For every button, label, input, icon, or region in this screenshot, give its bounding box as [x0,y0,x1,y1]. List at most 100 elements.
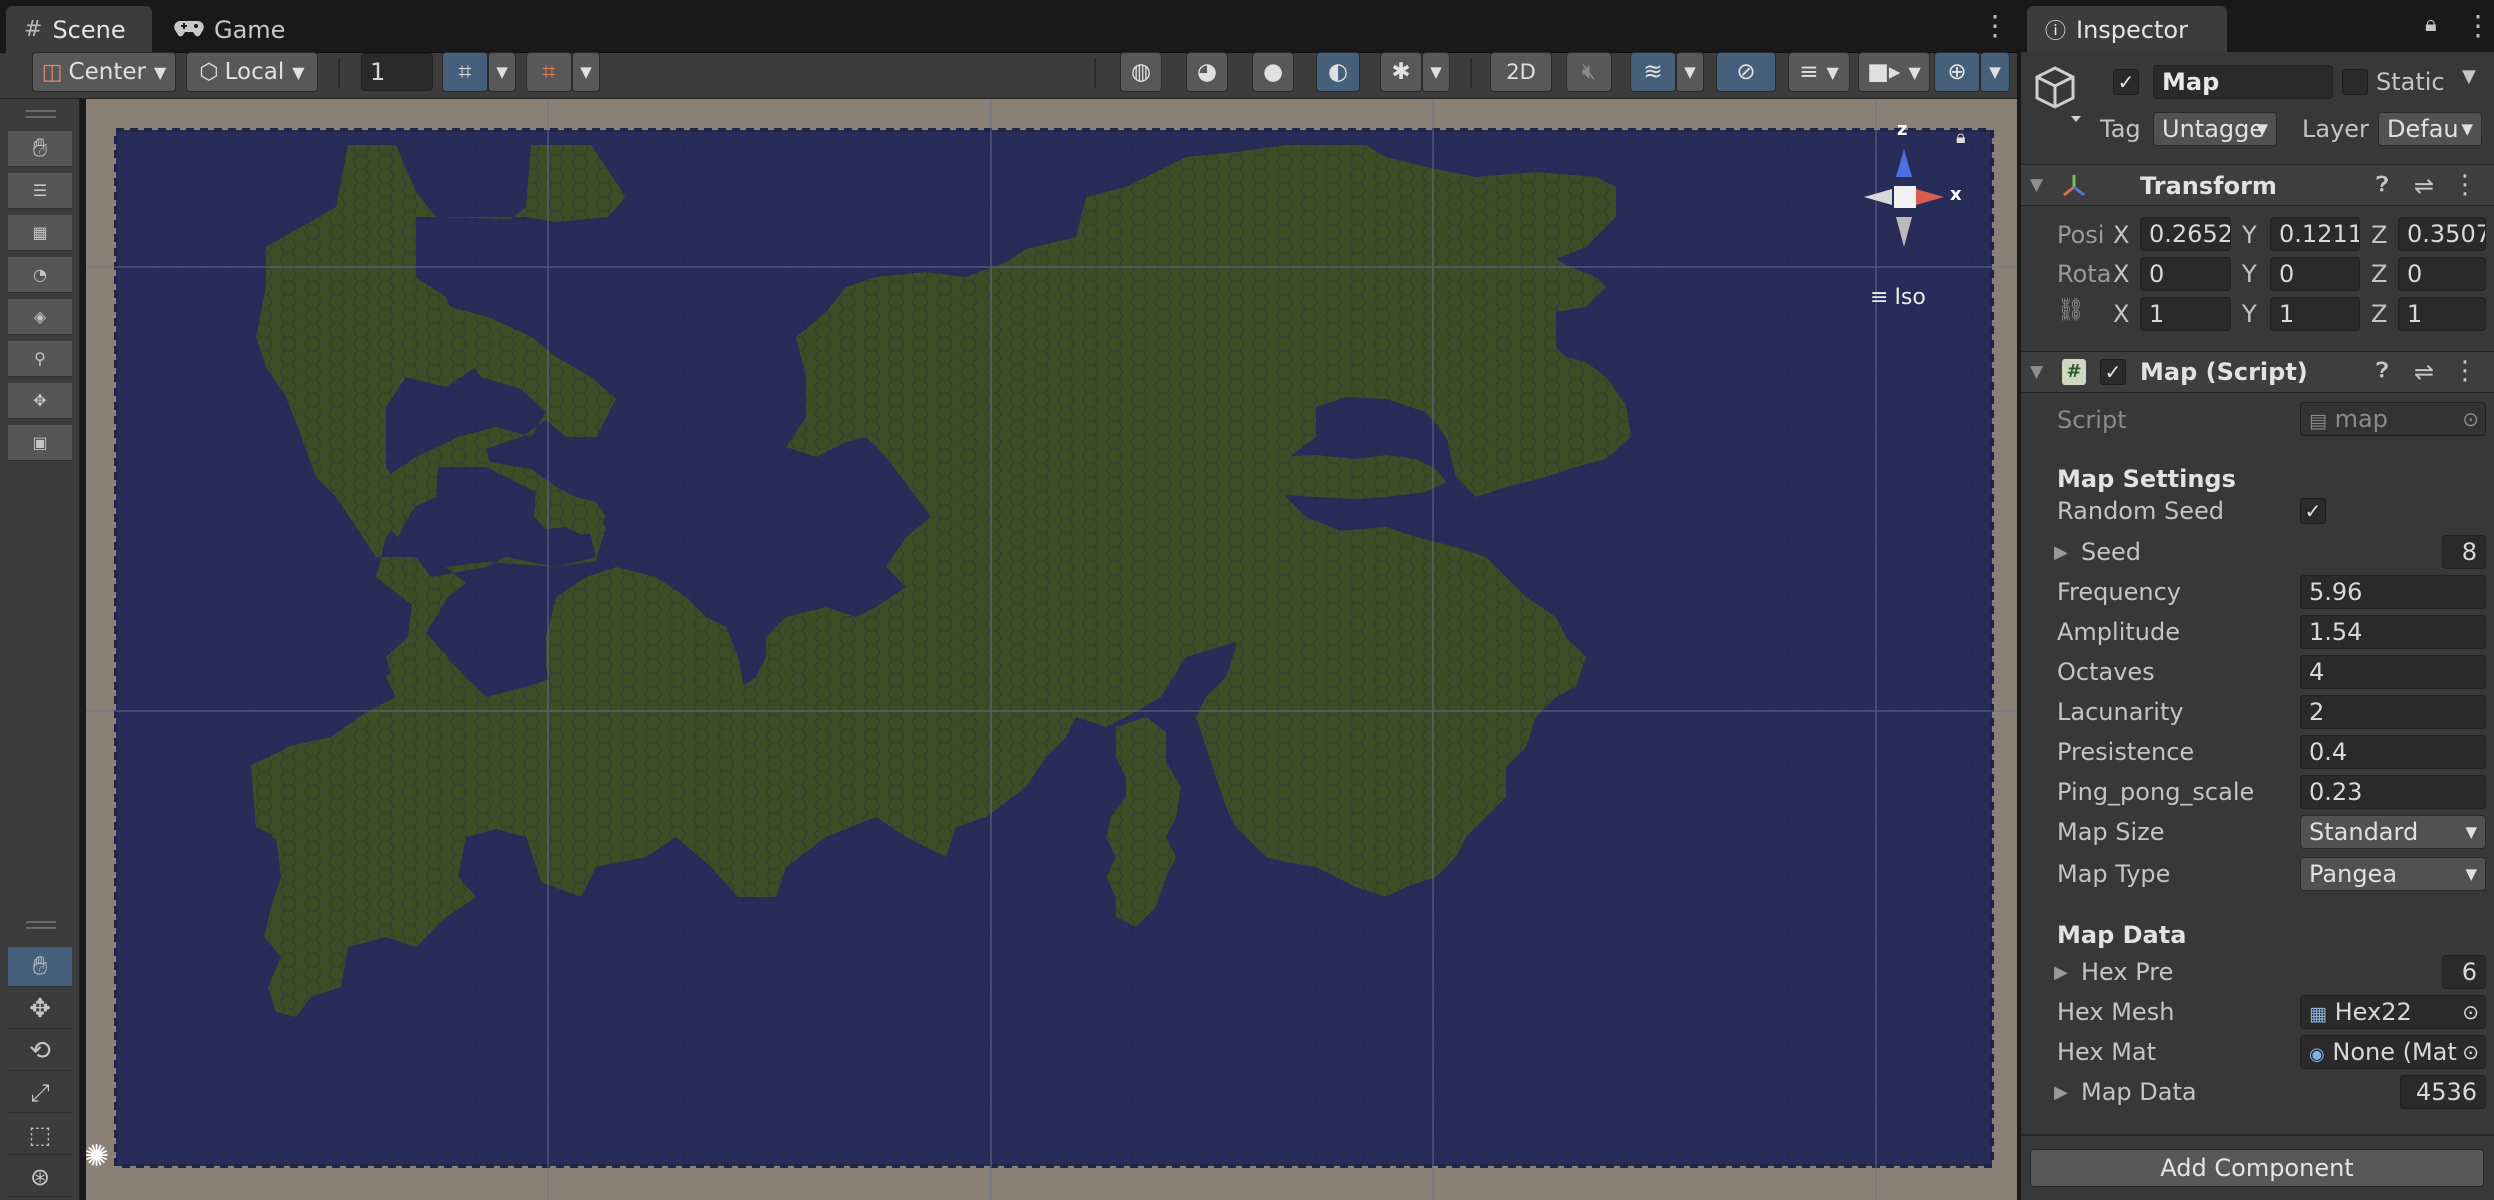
scale-x-label[interactable]: X [2113,300,2129,328]
camera-preview-button[interactable]: ▣ [8,425,72,461]
seed-label[interactable]: Seed [2081,538,2141,566]
seed-field[interactable]: 8 [2442,535,2486,569]
position-z-field[interactable]: 0.3507 [2398,217,2486,251]
position-y-field[interactable]: 0.12113 [2270,217,2360,251]
tab-game[interactable]: Game [156,6,296,53]
scale-tool-button[interactable]: ⤢ [8,1073,72,1113]
gizmos-dropdown[interactable]: ▼ [1980,52,2010,92]
position-y-label[interactable]: Y [2242,221,2257,249]
scene-visibility-button[interactable]: ⊘ [1716,52,1776,92]
shaded-wireframe-button[interactable]: ◕ [1186,52,1228,92]
hex-mat-field[interactable]: ◉ None (Mat ⊙ [2300,1035,2486,1069]
presistence-field[interactable]: 0.4 [2300,735,2486,769]
position-x-field[interactable]: 0.2652 [2140,217,2231,251]
gameobject-icon[interactable] [2033,64,2085,128]
position-x-label[interactable]: X [2113,221,2129,249]
rotation-z-field[interactable]: 0 [2398,257,2486,291]
projection-toggle[interactable]: ≡ Iso [1870,285,1926,310]
scale-y-label[interactable]: Y [2242,300,2257,328]
frequency-field[interactable]: 5.96 [2300,575,2486,609]
search-tool-button[interactable]: ⚲ [8,341,72,377]
layer-dropdown[interactable]: Defau [2378,112,2482,146]
rotation-y-label[interactable]: Y [2242,260,2257,288]
space-dropdown[interactable]: ⬡ Local ▼ [186,52,318,92]
hand-tool-button[interactable]: ✋︎ [8,947,72,987]
gizmo-lock-icon[interactable]: 🔒︎ [1956,127,1966,148]
increment-snap-button[interactable]: ⌗ [526,52,572,92]
scale-y-field[interactable]: 1 [2270,297,2360,331]
scene-viewport[interactable]: z x 🔒︎ ≡ Iso ✺ [86,99,2017,1200]
amplitude-field[interactable]: 1.54 [2300,615,2486,649]
map-data-label[interactable]: Map Data [2081,1078,2197,1106]
pivot-dropdown[interactable]: ◫ Center ▼ [32,52,176,92]
draw-mode-dropdown[interactable]: ▼ [1422,52,1450,92]
scale-z-field[interactable]: 1 [2398,297,2486,331]
rotation-x-label[interactable]: X [2113,260,2129,288]
scale-z-label[interactable]: Z [2371,300,2387,328]
layers-dropdown[interactable]: ≡ ▼ [1788,52,1850,92]
rotation-y-field[interactable]: 0 [2270,257,2360,291]
rotate-tool-button[interactable]: ⟲ [8,1031,72,1071]
script-enabled-checkbox[interactable]: ✓ [2100,359,2126,385]
grid-tool-button[interactable]: ▦ [8,215,72,251]
orientation-tool-button[interactable]: ◔ [8,257,72,293]
grid-snap-dropdown[interactable]: ▼ [488,52,516,92]
rotation-z-label[interactable]: Z [2371,260,2387,288]
inspector-more-menu-icon[interactable]: ⋮ [2464,12,2492,40]
ping-pong-scale-field[interactable]: 0.23 [2300,775,2486,809]
expand-triangle-icon[interactable]: ▶ [2054,962,2068,983]
position-z-label[interactable]: Z [2371,221,2387,249]
effects-dropdown[interactable]: ▼ [1676,52,1704,92]
map-type-dropdown[interactable]: Pangea [2300,857,2486,891]
toggle-2d-button[interactable]: 2D [1490,52,1552,92]
grid-size-input[interactable]: 1 [361,53,433,91]
object-name-field[interactable]: Map [2153,65,2333,99]
collapse-triangle-icon[interactable]: ▼ [2030,362,2043,382]
component-menu-icon[interactable]: ⋮ [2452,356,2478,386]
shaded-button[interactable]: ● [1252,52,1294,92]
view-tool-button[interactable]: ✋︎ [8,131,72,167]
component-menu-icon[interactable]: ⋮ [2452,170,2478,200]
presets-icon[interactable]: ⇌ [2414,358,2434,386]
camera-dropdown[interactable]: ■▸ ▼ [1858,52,1930,92]
map-size-dropdown[interactable]: Standard [2300,815,2486,849]
add-component-button[interactable]: Add Component [2030,1149,2484,1187]
lock-icon[interactable]: 🔒︎ [2425,12,2437,37]
lacunarity-field[interactable]: 2 [2300,695,2486,729]
static-dropdown[interactable]: ▼ [2462,66,2476,87]
audio-toggle-button[interactable]: 🔇︎ [1566,52,1612,92]
unlit-button[interactable]: ◐ [1316,52,1360,92]
map-data-field[interactable]: 4536 [2400,1075,2486,1109]
expand-triangle-icon[interactable]: ▶ [2054,542,2068,563]
scene-more-menu-icon[interactable]: ⋮ [1981,12,2009,40]
hex-pre-label[interactable]: Hex Pre [2081,958,2173,986]
random-seed-checkbox[interactable]: ✓ [2300,498,2326,524]
constrain-proportions-icon[interactable]: ⛓ [2057,298,2085,323]
hex-pre-field[interactable]: 6 [2442,955,2486,989]
orientation-gizmo[interactable]: z x [1844,119,1964,269]
effects-toggle-button[interactable]: ≋ [1630,52,1676,92]
hex-mesh-field[interactable]: ▦ Hex22 ⊙ [2300,995,2486,1029]
scale-x-field[interactable]: 1 [2140,297,2231,331]
expand-triangle-icon[interactable]: ▶ [2054,1082,2068,1103]
rect-tool-button[interactable]: ⬚ [8,1115,72,1155]
grid-snap-button[interactable]: ⌗ [442,52,488,92]
tab-inspector[interactable]: ⓘ Inspector [2027,6,2227,53]
active-checkbox[interactable]: ✓ [2113,69,2139,95]
help-icon[interactable]: ❓︎ [2376,358,2389,383]
presets-icon[interactable]: ⇌ [2414,172,2434,200]
debug-draw-mode-button[interactable]: ✱ [1380,52,1422,92]
static-checkbox[interactable] [2342,69,2368,95]
layer-tool-button[interactable]: ◈ [8,299,72,335]
gizmos-toggle-button[interactable]: ⊕ [1934,52,1980,92]
collapse-triangle-icon[interactable]: ▼ [2030,175,2043,195]
move-tool-button[interactable]: ✥ [8,989,72,1029]
snap-settings-button[interactable]: ☰ [8,173,72,209]
pivot-tool-button[interactable]: ✥ [8,383,72,419]
rotation-x-field[interactable]: 0 [2140,257,2231,291]
tab-scene[interactable]: # Scene [6,6,152,53]
octaves-field[interactable]: 4 [2300,655,2486,689]
increment-snap-dropdown[interactable]: ▼ [572,52,600,92]
tools-grip[interactable] [26,921,56,929]
help-icon[interactable]: ❓︎ [2376,172,2389,197]
